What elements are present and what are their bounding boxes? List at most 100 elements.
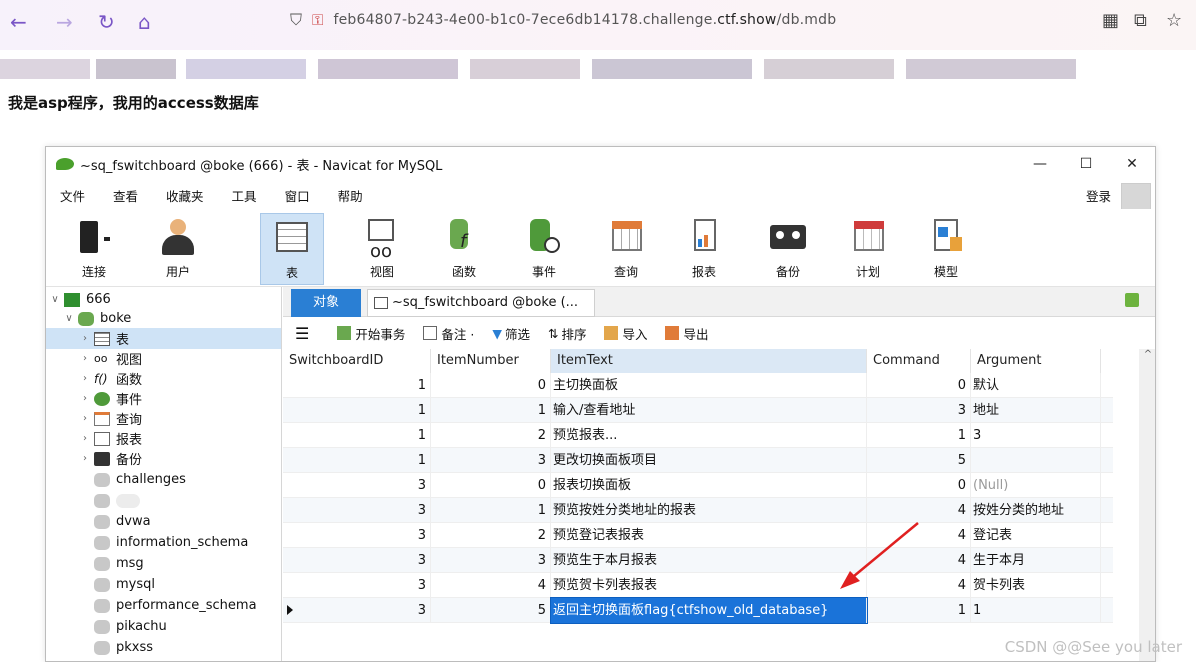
import-button[interactable]: 导入 bbox=[604, 324, 647, 343]
chevron-down-icon[interactable]: ∨ bbox=[48, 294, 62, 305]
grid-cell[interactable]: 1 bbox=[867, 423, 971, 448]
tree-database-information-schema[interactable]: information_schema bbox=[78, 532, 248, 553]
grid-cell[interactable]: 地址 bbox=[971, 398, 1101, 423]
menu-window[interactable]: 窗口 bbox=[271, 186, 324, 205]
grid-cell[interactable]: 3 bbox=[431, 548, 551, 573]
toolbar-connect-button[interactable]: 连接 bbox=[62, 213, 126, 285]
grid-cell[interactable]: 预览贺卡列表报表 bbox=[551, 573, 867, 598]
grid-cell[interactable]: 3 bbox=[283, 498, 431, 523]
begin-transaction-button[interactable]: 开始事务 bbox=[337, 324, 405, 343]
grid-cell[interactable]: 预览报表... bbox=[551, 423, 867, 448]
grid-cell[interactable]: 3 bbox=[867, 398, 971, 423]
maximize-button[interactable]: ☐ bbox=[1063, 147, 1109, 181]
grid-cell[interactable]: 贺卡列表 bbox=[971, 573, 1101, 598]
grid-cell[interactable]: 生于本月 bbox=[971, 548, 1101, 573]
table-row[interactable]: 3 2 预览登记表报表 4 登记表 bbox=[283, 523, 1113, 548]
tree-item-tables[interactable]: › 表 bbox=[46, 328, 281, 349]
sort-button[interactable]: ⇅ 排序 bbox=[548, 324, 587, 343]
toolbar-schedule-button[interactable]: 计划 bbox=[836, 213, 900, 285]
chevron-right-icon[interactable]: › bbox=[78, 333, 92, 344]
menu-view[interactable]: 查看 bbox=[99, 186, 152, 205]
grid-cell[interactable]: 1 bbox=[283, 448, 431, 473]
export-button[interactable]: 导出 bbox=[665, 324, 708, 343]
table-row[interactable]: 1 0 主切换面板 0 默认 bbox=[283, 373, 1113, 398]
column-header-command[interactable]: Command bbox=[867, 349, 971, 373]
tree-item-views[interactable]: › oo 视图 bbox=[78, 348, 142, 369]
menu-favorites[interactable]: 收藏夹 bbox=[152, 186, 218, 205]
filter-button[interactable]: ▼ 筛选 bbox=[492, 324, 530, 343]
chevron-right-icon[interactable]: › bbox=[78, 373, 92, 384]
grid-cell[interactable]: 1 bbox=[283, 423, 431, 448]
tree-item-events[interactable]: › 事件 bbox=[78, 388, 142, 409]
translate-icon[interactable]: ⧉ bbox=[1134, 10, 1147, 31]
menu-icon[interactable]: ☰ bbox=[295, 324, 309, 343]
tree-database-mysql[interactable]: mysql bbox=[78, 574, 155, 595]
grid-cell[interactable]: 返回主切换面板flag{ctfshow_old_database} bbox=[550, 597, 868, 624]
qr-icon[interactable]: ▦ bbox=[1102, 10, 1119, 31]
table-row[interactable]: 3 4 预览贺卡列表报表 4 贺卡列表 bbox=[283, 573, 1113, 598]
grid-cell[interactable]: 5 bbox=[431, 598, 551, 623]
tree-item-reports[interactable]: › 报表 bbox=[78, 428, 142, 449]
grid-cell[interactable] bbox=[971, 448, 1101, 473]
tree-database-challenges[interactable]: challenges bbox=[78, 469, 186, 490]
chevron-right-icon[interactable]: › bbox=[78, 413, 92, 424]
toolbar-model-button[interactable]: 模型 bbox=[914, 213, 978, 285]
grid-cell[interactable]: 3 bbox=[283, 598, 431, 623]
menu-tools[interactable]: 工具 bbox=[218, 186, 271, 205]
grid-cell[interactable]: 0 bbox=[431, 373, 551, 398]
table-row[interactable]: 3 0 报表切换面板 0 (Null) bbox=[283, 473, 1113, 498]
tree-item-backups[interactable]: › 备份 bbox=[78, 448, 142, 469]
grid-cell[interactable]: 3 bbox=[971, 423, 1101, 448]
grid-cell[interactable]: (Null) bbox=[971, 473, 1101, 498]
grid-cell[interactable]: 报表切换面板 bbox=[551, 473, 867, 498]
table-row[interactable]: 3 5 返回主切换面板flag{ctfshow_old_database} 1 1 bbox=[283, 597, 1113, 624]
tree-database-pkxss[interactable]: pkxss bbox=[78, 637, 153, 658]
minimize-button[interactable]: — bbox=[1017, 147, 1063, 181]
column-header-itemtext[interactable]: ItemText bbox=[551, 349, 867, 373]
toolbar-user-button[interactable]: 用户 bbox=[146, 213, 210, 285]
grid-cell[interactable]: 主切换面板 bbox=[551, 373, 867, 398]
grid-cell[interactable]: 预览生于本月报表 bbox=[551, 548, 867, 573]
grid-cell[interactable]: 输入/查看地址 bbox=[551, 398, 867, 423]
tree-database-redacted[interactable] bbox=[78, 490, 140, 511]
favorite-star-icon[interactable]: ☆ bbox=[1166, 10, 1182, 31]
toolbar-function-button[interactable]: f 函数 bbox=[432, 213, 496, 285]
grid-cell[interactable]: 0 bbox=[431, 473, 551, 498]
table-row[interactable]: 3 1 预览按姓分类地址的报表 4 按姓分类的地址 bbox=[283, 498, 1113, 523]
chevron-right-icon[interactable]: › bbox=[78, 433, 92, 444]
grid-cell[interactable]: 4 bbox=[431, 573, 551, 598]
grid-cell[interactable]: 0 bbox=[867, 373, 971, 398]
vertical-scrollbar[interactable]: ^ bbox=[1139, 349, 1155, 661]
column-header-itemnumber[interactable]: ItemNumber bbox=[431, 349, 551, 373]
table-row[interactable]: 1 3 更改切换面板项目 5 bbox=[283, 448, 1113, 473]
tree-item-queries[interactable]: › 查询 bbox=[78, 408, 142, 429]
chevron-down-icon[interactable]: ∨ bbox=[62, 313, 76, 324]
chevron-right-icon[interactable]: › bbox=[78, 393, 92, 404]
reload-icon[interactable]: ↻ bbox=[98, 10, 115, 34]
toolbar-query-button[interactable]: 查询 bbox=[594, 213, 658, 285]
grid-cell[interactable]: 2 bbox=[431, 523, 551, 548]
grid-cell[interactable]: 3 bbox=[283, 573, 431, 598]
scroll-up-icon[interactable]: ^ bbox=[1139, 349, 1155, 360]
tree-database-pikachu[interactable]: pikachu bbox=[78, 616, 167, 637]
tree-item-functions[interactable]: › f() 函数 bbox=[78, 368, 142, 389]
tree-database-boke[interactable]: ∨ boke bbox=[62, 308, 131, 329]
grid-cell[interactable]: 更改切换面板项目 bbox=[551, 448, 867, 473]
toolbar-table-button[interactable]: 表 bbox=[260, 213, 324, 285]
tab-table[interactable]: ~sq_fswitchboard @boke (... bbox=[367, 289, 595, 317]
tree-database-msg[interactable]: msg bbox=[78, 553, 144, 574]
grid-cell[interactable]: 1 bbox=[431, 398, 551, 423]
grid-cell[interactable]: 预览登记表报表 bbox=[551, 523, 867, 548]
grid-cell[interactable]: 2 bbox=[431, 423, 551, 448]
menu-file[interactable]: 文件 bbox=[46, 186, 99, 205]
table-row[interactable]: 1 1 输入/查看地址 3 地址 bbox=[283, 398, 1113, 423]
grid-cell[interactable]: 预览按姓分类地址的报表 bbox=[551, 498, 867, 523]
toolbar-backup-button[interactable]: 备份 bbox=[756, 213, 820, 285]
new-tab-icon[interactable] bbox=[1125, 293, 1139, 307]
grid-cell[interactable]: 1 bbox=[431, 498, 551, 523]
home-icon[interactable]: ⌂ bbox=[138, 10, 151, 34]
forward-icon[interactable]: → bbox=[56, 10, 73, 34]
grid-cell[interactable]: 1 bbox=[283, 398, 431, 423]
table-row[interactable]: 1 2 预览报表... 1 3 bbox=[283, 423, 1113, 448]
tree-database-performance-schema[interactable]: performance_schema bbox=[78, 595, 257, 616]
